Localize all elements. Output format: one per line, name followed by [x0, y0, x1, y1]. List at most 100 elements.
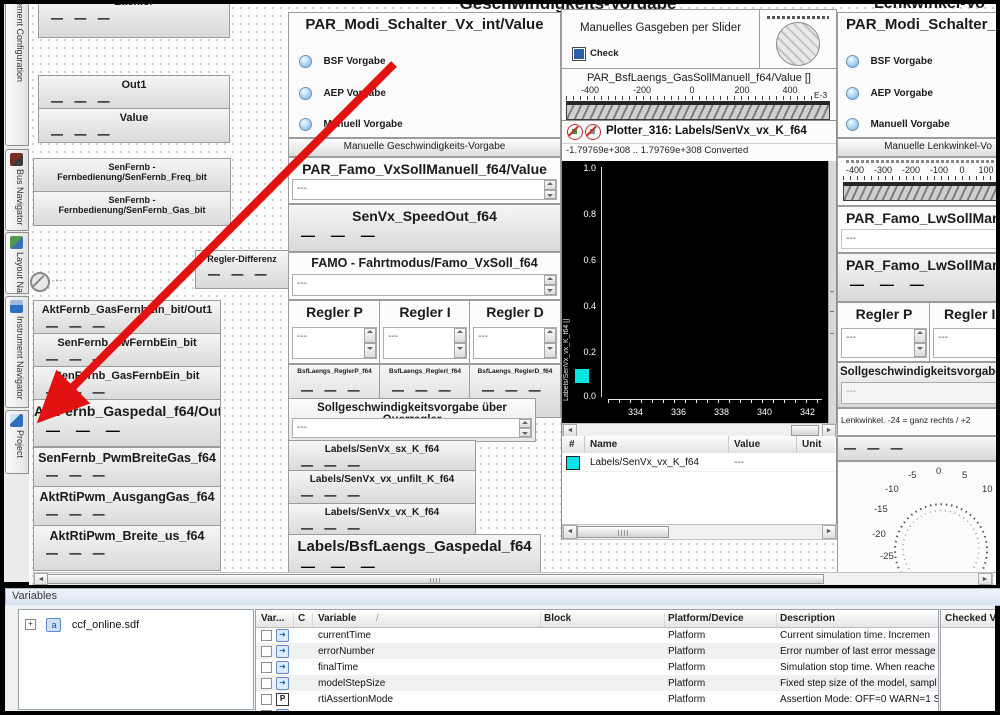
lw-regler-i-input[interactable]: --- — [933, 328, 996, 358]
sidebar-tab-measurement-configuration[interactable]: Measurement Configuration — [5, 4, 29, 146]
gas-slider-bar[interactable] — [566, 101, 830, 120]
famo-vxsoll-input[interactable]: --- — [292, 274, 557, 296]
scroll-left-arrow[interactable]: ◄ — [563, 525, 577, 539]
scroll-thumb[interactable] — [47, 574, 824, 584]
table-row[interactable]: ➜ currentTime Platform Current simulatio… — [256, 627, 938, 643]
display-gaspedal-out1: AktFernb_Gaspedal_f64/Out1 — — — — [33, 399, 221, 447]
plot-y-axis-label: Labels/SenVx_vx_K_f64 [] — [563, 181, 570, 401]
lw-regler-p-input[interactable]: --- — [841, 328, 927, 358]
gauge-label: -10 — [885, 484, 899, 495]
spinner[interactable] — [519, 419, 531, 437]
display-pwmbreitegas: SenFernb_PwmBreiteGas_f64 — — — — [33, 447, 221, 488]
display-bsflaengs-gaspedal: Labels/BsfLaengs_Gaspedal_f64 — — — — [288, 534, 541, 576]
row-checkbox[interactable] — [261, 630, 272, 641]
sdf-file-icon: a — [46, 618, 61, 632]
regler-i-input[interactable]: --- — [383, 327, 467, 359]
radio-manuell-vorgabe[interactable]: Manuell Vorgabe — [846, 116, 950, 134]
scroll-right-arrow[interactable]: ► — [822, 525, 836, 539]
measurement-variable-icon: ➜ — [276, 709, 289, 711]
lenkwinkel-gauge[interactable]: 0 5 10 -5 -10 -15 -20 -25 — [837, 461, 996, 573]
radio-icon — [846, 118, 859, 131]
variables-table-header[interactable]: Var... C Variable / Block Platform/Devic… — [256, 610, 938, 628]
sidebar-tab-instrument-navigator[interactable]: Instrument Navigator — [5, 296, 29, 408]
plotter-disabled-icon-1[interactable] — [567, 124, 583, 140]
table-row-partial[interactable]: ➜ — [256, 707, 938, 711]
legend-row[interactable]: Labels/SenVx_vx_K_f64 --- — [562, 453, 835, 472]
spinner[interactable] — [914, 329, 926, 357]
regler-d-input[interactable]: --- — [473, 327, 557, 359]
variables-panel: + a ccf_online.sdf Var... C Variable / B… — [5, 605, 995, 711]
radio-aep-vorgabe[interactable]: AEP Vorgabe — [299, 85, 386, 103]
display-speedout: SenVx_SpeedOut_f64 — — — — [288, 204, 561, 252]
radio-aep-vorgabe[interactable]: AEP Vorgabe — [846, 85, 933, 103]
legend-header: # Name Value Unit — [562, 436, 835, 454]
spinner[interactable] — [364, 328, 376, 358]
sidebar-tab-project[interactable]: Project — [5, 410, 29, 474]
gauge-label: 0 — [936, 466, 941, 477]
radio-manuell-vorgabe[interactable]: Manuell Vorgabe — [299, 116, 403, 134]
scroll-right-arrow[interactable]: ► — [978, 573, 992, 585]
scroll-thumb[interactable] — [791, 425, 819, 436]
check-checkbox[interactable] — [572, 47, 586, 61]
legend-horizontal-scrollbar[interactable]: ◄ ► — [562, 524, 837, 540]
lw-slider-bar[interactable] — [843, 182, 996, 201]
gauge-label: 10 — [982, 484, 993, 495]
row-checkbox[interactable] — [261, 678, 272, 689]
plot-area[interactable]: 334 336 338 340 342 — [602, 161, 828, 423]
spinner[interactable] — [544, 328, 556, 358]
radio-bsf-vorgabe[interactable]: BSF Vorgabe — [299, 53, 386, 71]
table-row[interactable]: ➜ errorNumber Platform Error number of l… — [256, 643, 938, 659]
scroll-thumb[interactable] — [577, 526, 669, 538]
row-checkbox[interactable] — [261, 710, 272, 711]
vxsollmanuell-input[interactable]: --- — [292, 179, 557, 200]
plotter-316: Plotter_316: Labels/SenVx_vx_K_f64 -1.79… — [561, 120, 837, 540]
lwsoll-input[interactable]: --- — [841, 229, 996, 249]
plotter-range-text: -1.79769e+308 .. 1.79769e+308 Converted — [566, 145, 748, 156]
parameter-variable-icon: P — [276, 693, 289, 706]
tab-label: Project — [9, 430, 25, 458]
mini-knob-icon[interactable] — [30, 272, 50, 292]
row-checkbox[interactable] — [261, 646, 272, 657]
radio-icon — [299, 55, 312, 68]
lenkwinkel-note: Lenkwinkel. -24 = ganz rechts / +2 — [838, 409, 996, 425]
radio-bsf-vorgabe[interactable]: BSF Vorgabe — [846, 53, 933, 71]
measurement-variable-icon: ➜ — [276, 645, 289, 658]
spinner[interactable] — [544, 275, 556, 295]
legend-body: Labels/SenVx_vx_K_f64 --- — [562, 453, 835, 525]
table-row[interactable]: ➜ modelStepSize Platform Fixed step size… — [256, 675, 938, 691]
variables-panel-header: Variables — [5, 588, 1000, 606]
tree-item-ccf-online[interactable]: + a ccf_online.sdf — [25, 616, 139, 634]
panel-modi-schalter-lw: PAR_Modi_Schalter_ BSF Vorgabe AEP Vorga… — [837, 12, 996, 138]
querregler-input[interactable]: --- — [292, 418, 532, 438]
display-gasfernbein-out1: AktFernb_GasFernbEin_bit/Out1 — — — — [33, 300, 221, 335]
table-row[interactable]: P rtiAssertionMode Platform Assertion Mo… — [256, 691, 938, 707]
measurement-variable-icon: ➜ — [276, 629, 289, 642]
row-checkbox[interactable] — [261, 662, 272, 673]
display-lwsoll: PAR_Famo_LwSollMan — — — — [837, 253, 996, 302]
lw-sollgeschw-input[interactable]: --- — [841, 382, 996, 404]
plotter-disabled-icon-2[interactable] — [585, 124, 601, 140]
plot-vertical-scrollbar[interactable] — [828, 161, 836, 423]
legend-swatch — [566, 456, 580, 470]
table-row[interactable]: ➜ finalTime Platform Simulation stop tim… — [256, 659, 938, 675]
regler-p-input[interactable]: --- — [292, 327, 377, 359]
canvas-horizontal-scrollbar[interactable]: ◄ ► — [33, 572, 993, 585]
sidebar-tab-bus-navigator[interactable]: Bus Navigator — [5, 149, 29, 231]
variables-tree: + a ccf_online.sdf — [18, 609, 254, 710]
scroll-left-arrow[interactable]: ◄ — [34, 573, 48, 585]
tab-label: Layout Navigator — [9, 252, 25, 294]
gas-knob[interactable] — [776, 22, 820, 66]
row-checkbox[interactable] — [261, 694, 272, 705]
measurement-variable-icon: ➜ — [276, 661, 289, 674]
gauge-label: -5 — [908, 470, 916, 481]
slider-tickmarks — [843, 176, 996, 180]
panel-lw-regler-i: Regler I --- — [929, 302, 996, 362]
spinner[interactable] — [454, 328, 466, 358]
panel-regler-d: Regler D --- — [469, 300, 561, 364]
display-senvx-sx: Labels/SenVx_sx_K_f64 — — — — [288, 440, 476, 472]
panel-lw-regler-p: Regler P --- — [837, 302, 931, 362]
tree-expander-icon[interactable]: + — [25, 619, 36, 630]
display-lenkwinkel-value: — — — — [837, 436, 996, 461]
spinner[interactable] — [544, 180, 556, 199]
sidebar-tab-layout-navigator[interactable]: Layout Navigator — [5, 232, 29, 294]
